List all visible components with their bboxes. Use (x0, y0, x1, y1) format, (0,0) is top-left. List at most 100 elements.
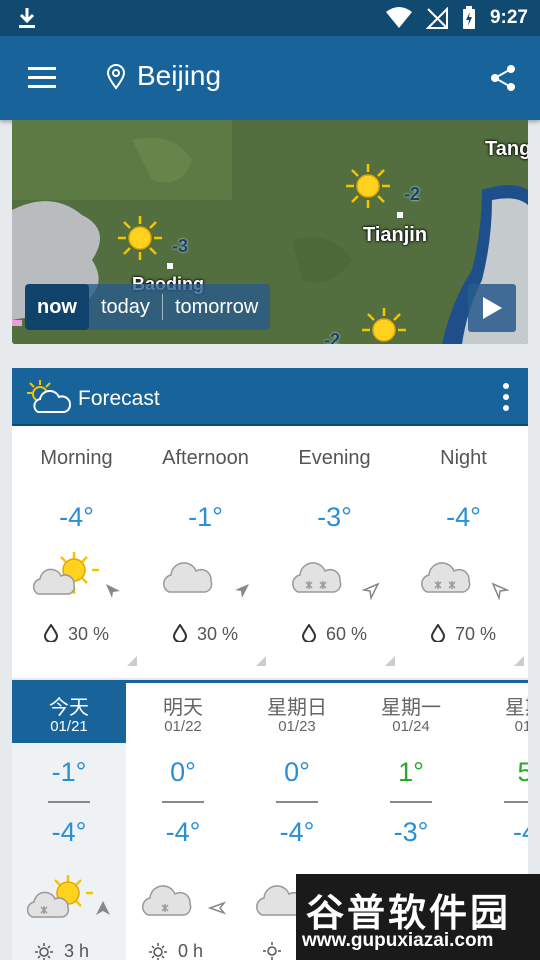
day-header: 今天 01/21 (12, 683, 126, 743)
period-name: Night (440, 447, 487, 469)
sunshine-hours: 0 h (148, 941, 203, 960)
play-icon (483, 297, 502, 319)
day-header: 星期一 01/24 (354, 683, 468, 743)
status-bar: 9:27 (0, 0, 540, 36)
sunshine-value: 0 h (178, 941, 204, 960)
day-name: 今天 (49, 697, 89, 719)
sunshine-value: 3 h (64, 941, 90, 960)
sun-icon (362, 308, 406, 342)
corner-marker (514, 656, 524, 666)
city-name[interactable]: Beijing (137, 60, 221, 92)
day-name: 星期日 (267, 697, 327, 719)
share-icon[interactable] (490, 64, 516, 92)
period-temp: -1° (188, 502, 223, 532)
no-signal-icon (425, 7, 448, 29)
weather-map[interactable]: -2 -3 -2 Tianjin Baoding Tang now today … (12, 120, 528, 344)
rain-chance: 30 % (12, 623, 141, 645)
more-options-icon[interactable] (502, 382, 510, 412)
corner-marker (385, 656, 395, 666)
rain-chance-value: 30 % (196, 624, 239, 644)
sun-small-icon (35, 942, 53, 960)
rain-chance-value: 30 % (67, 624, 110, 644)
day-date: 01/22 (164, 718, 202, 735)
forecast-title: Forecast (78, 387, 160, 410)
sun-small-icon (263, 942, 281, 960)
rain-chance: 70 % (399, 623, 528, 645)
day-name: 星期 (505, 697, 528, 719)
partly-cloudy-sun-icon (32, 552, 99, 595)
battery-charging-icon (462, 6, 475, 29)
raindrop-icon (172, 623, 187, 643)
snow-cloud-icon (292, 562, 342, 593)
sun-small-icon (149, 942, 167, 960)
app-bar: Beijing (0, 36, 540, 120)
period-name: Afternoon (162, 447, 249, 469)
raindrop-icon (430, 623, 445, 643)
day-column[interactable]: 今天 01/21 -1° -4° 3 h (12, 683, 126, 960)
day-date: 01/23 (278, 718, 316, 735)
menu-icon[interactable] (28, 67, 56, 89)
rain-chance-value: 70 % (454, 624, 497, 644)
wind-direction-icon (208, 901, 226, 915)
period-temp: -3° (317, 502, 352, 532)
map-temp-label: -2 (324, 330, 341, 344)
day-header: 星期日 01/23 (240, 683, 354, 743)
map-temp-label: -2 (404, 184, 421, 204)
corner-marker (256, 656, 266, 666)
wind-direction-icon (362, 582, 380, 600)
day-high: 0° (284, 757, 310, 787)
city-dot (397, 212, 403, 218)
watermark: 谷普软件园 www.gupuxiazai.com (296, 874, 540, 960)
forecast-header: Forecast (12, 368, 528, 426)
period-temp: -4° (446, 502, 481, 532)
period-temp: -4° (59, 502, 94, 532)
temp-divider (390, 801, 432, 803)
sunshine-hours (262, 941, 292, 960)
temp-divider (276, 801, 318, 803)
wind-direction-icon (106, 584, 120, 598)
tab-tomorrow[interactable]: tomorrow (163, 284, 270, 330)
location-pin-icon (106, 64, 126, 90)
wind-direction-icon (235, 584, 249, 598)
period-afternoon[interactable]: Afternoon -1° 30 % (141, 426, 270, 678)
map-city-label: Tianjin (363, 224, 428, 246)
temp-divider (48, 801, 90, 803)
day-low: -3° (393, 817, 429, 847)
map-temp-label: -3 (172, 236, 189, 256)
play-button[interactable] (468, 284, 516, 332)
day-high: 5 (468, 757, 528, 788)
day-date: 01/24 (392, 718, 430, 735)
period-name: Evening (298, 447, 371, 469)
snow-cloud-icon (142, 885, 192, 916)
period-name: Morning (40, 447, 113, 469)
sun-icon (118, 216, 162, 260)
tab-today[interactable]: today (89, 284, 162, 330)
raindrop-icon (43, 623, 58, 643)
temp-divider (162, 801, 204, 803)
rain-chance-value: 60 % (325, 624, 368, 644)
tab-now[interactable]: now (25, 284, 89, 330)
day-column[interactable]: 明天 01/22 0° -4° 0 h (126, 683, 240, 960)
day-name: 星期一 (381, 697, 441, 719)
corner-marker (127, 656, 137, 666)
day-name: 明天 (163, 697, 203, 719)
snow-sun-icon (26, 875, 93, 918)
period-evening[interactable]: Evening -3° 60 % (270, 426, 399, 678)
day-low: -4° (165, 817, 201, 847)
map-city-label: Tang (485, 138, 528, 160)
day-header: 明天 01/22 (126, 683, 240, 743)
wind-direction-icon (96, 901, 110, 915)
period-night[interactable]: Night -4° 70 % (399, 426, 528, 678)
temp-divider (504, 801, 528, 803)
day-periods: Morning -4° 30 % Afternoon -1° 30 % Even… (12, 426, 528, 678)
sun-icon (346, 164, 390, 208)
watermark-url: www.gupuxiazai.com (302, 930, 494, 951)
period-morning[interactable]: Morning -4° 30 % (12, 426, 141, 678)
day-date: 01/21 (50, 718, 88, 735)
rain-chance: 30 % (141, 623, 270, 645)
day-high: 1° (398, 757, 424, 787)
day-high: -1° (51, 757, 87, 787)
partly-cloudy-icon (27, 380, 72, 413)
day-high: 0° (170, 757, 196, 787)
raindrop-icon (301, 623, 316, 643)
